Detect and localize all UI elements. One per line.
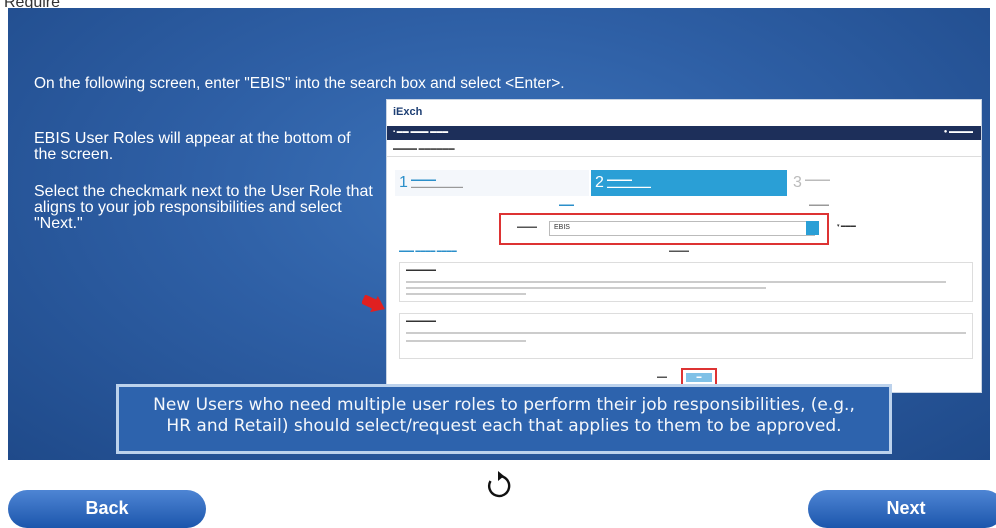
- embedded-role-card-2: ▬▬▬▬▬▬: [399, 313, 973, 359]
- note-line-1: New Users who need multiple user roles t…: [153, 395, 855, 415]
- embedded-results-header: ▬▬▬ ▬▬▬▬ ▬▬▬▬ ▬▬▬▬: [399, 248, 689, 254]
- instruction-search-ebis: On the following screen, enter "EBIS" in…: [34, 75, 565, 92]
- tutorial-slide: On the following screen, enter "EBIS" in…: [8, 8, 990, 460]
- embedded-step-1-number: 1: [399, 174, 408, 191]
- embedded-role-card-1: ▬▬▬▬▬▬: [399, 262, 973, 302]
- embedded-step-2: 2 ▬▬▬▬▬ ▬▬▬▬▬▬▬▬▬▬▬: [591, 170, 787, 196]
- embedded-subtabs: ▬▬▬ ▬▬▬▬: [559, 202, 829, 208]
- embedded-search-highlight: ▬▬▬▬ EBIS: [499, 213, 829, 245]
- multiple-roles-note: New Users who need multiple user roles t…: [116, 384, 892, 454]
- embedded-step-2-number: 2: [595, 174, 604, 191]
- embedded-search-input: EBIS: [549, 221, 815, 236]
- replay-icon[interactable]: [484, 470, 514, 500]
- note-line-2: HR and Retail) should select/request eac…: [166, 416, 842, 436]
- embedded-steps: 1 ▬▬▬▬▬ ▬▬▬▬▬▬▬▬▬▬▬▬▬ 2 ▬▬▬▬▬ ▬▬▬▬▬▬▬▬▬▬…: [395, 170, 973, 196]
- next-button[interactable]: Next: [808, 490, 996, 528]
- embedded-search-button: [806, 221, 819, 235]
- back-button[interactable]: Back: [8, 490, 206, 528]
- embedded-logo: iExch: [393, 106, 423, 118]
- embedded-step-3: 3 ▬▬▬▬▬: [793, 174, 830, 191]
- embedded-screenshot: iExch ▪ ▬▬ ▬▬▬ ▬▬▬ ● ▬▬▬▬ ▬▬▬▬ ▬▬▬▬▬▬ 1 …: [386, 99, 982, 393]
- embedded-step-3-number: 3: [793, 174, 802, 191]
- instruction-roles-appear: EBIS User Roles will appear at the botto…: [34, 130, 351, 163]
- embedded-step-1: 1 ▬▬▬▬▬ ▬▬▬▬▬▬▬▬▬▬▬▬▬: [395, 170, 589, 196]
- embedded-nav-bar: ▪ ▬▬ ▬▬▬ ▬▬▬ ● ▬▬▬▬: [387, 126, 981, 140]
- embedded-breadcrumb: ▬▬▬▬ ▬▬▬▬▬▬: [393, 146, 455, 152]
- red-arrow-icon: [362, 295, 385, 313]
- embedded-divider: [387, 156, 981, 157]
- instruction-select-role: Select the checkmark next to the User Ro…: [34, 183, 373, 232]
- embedded-filter: ▾ ▬▬▬: [837, 223, 856, 229]
